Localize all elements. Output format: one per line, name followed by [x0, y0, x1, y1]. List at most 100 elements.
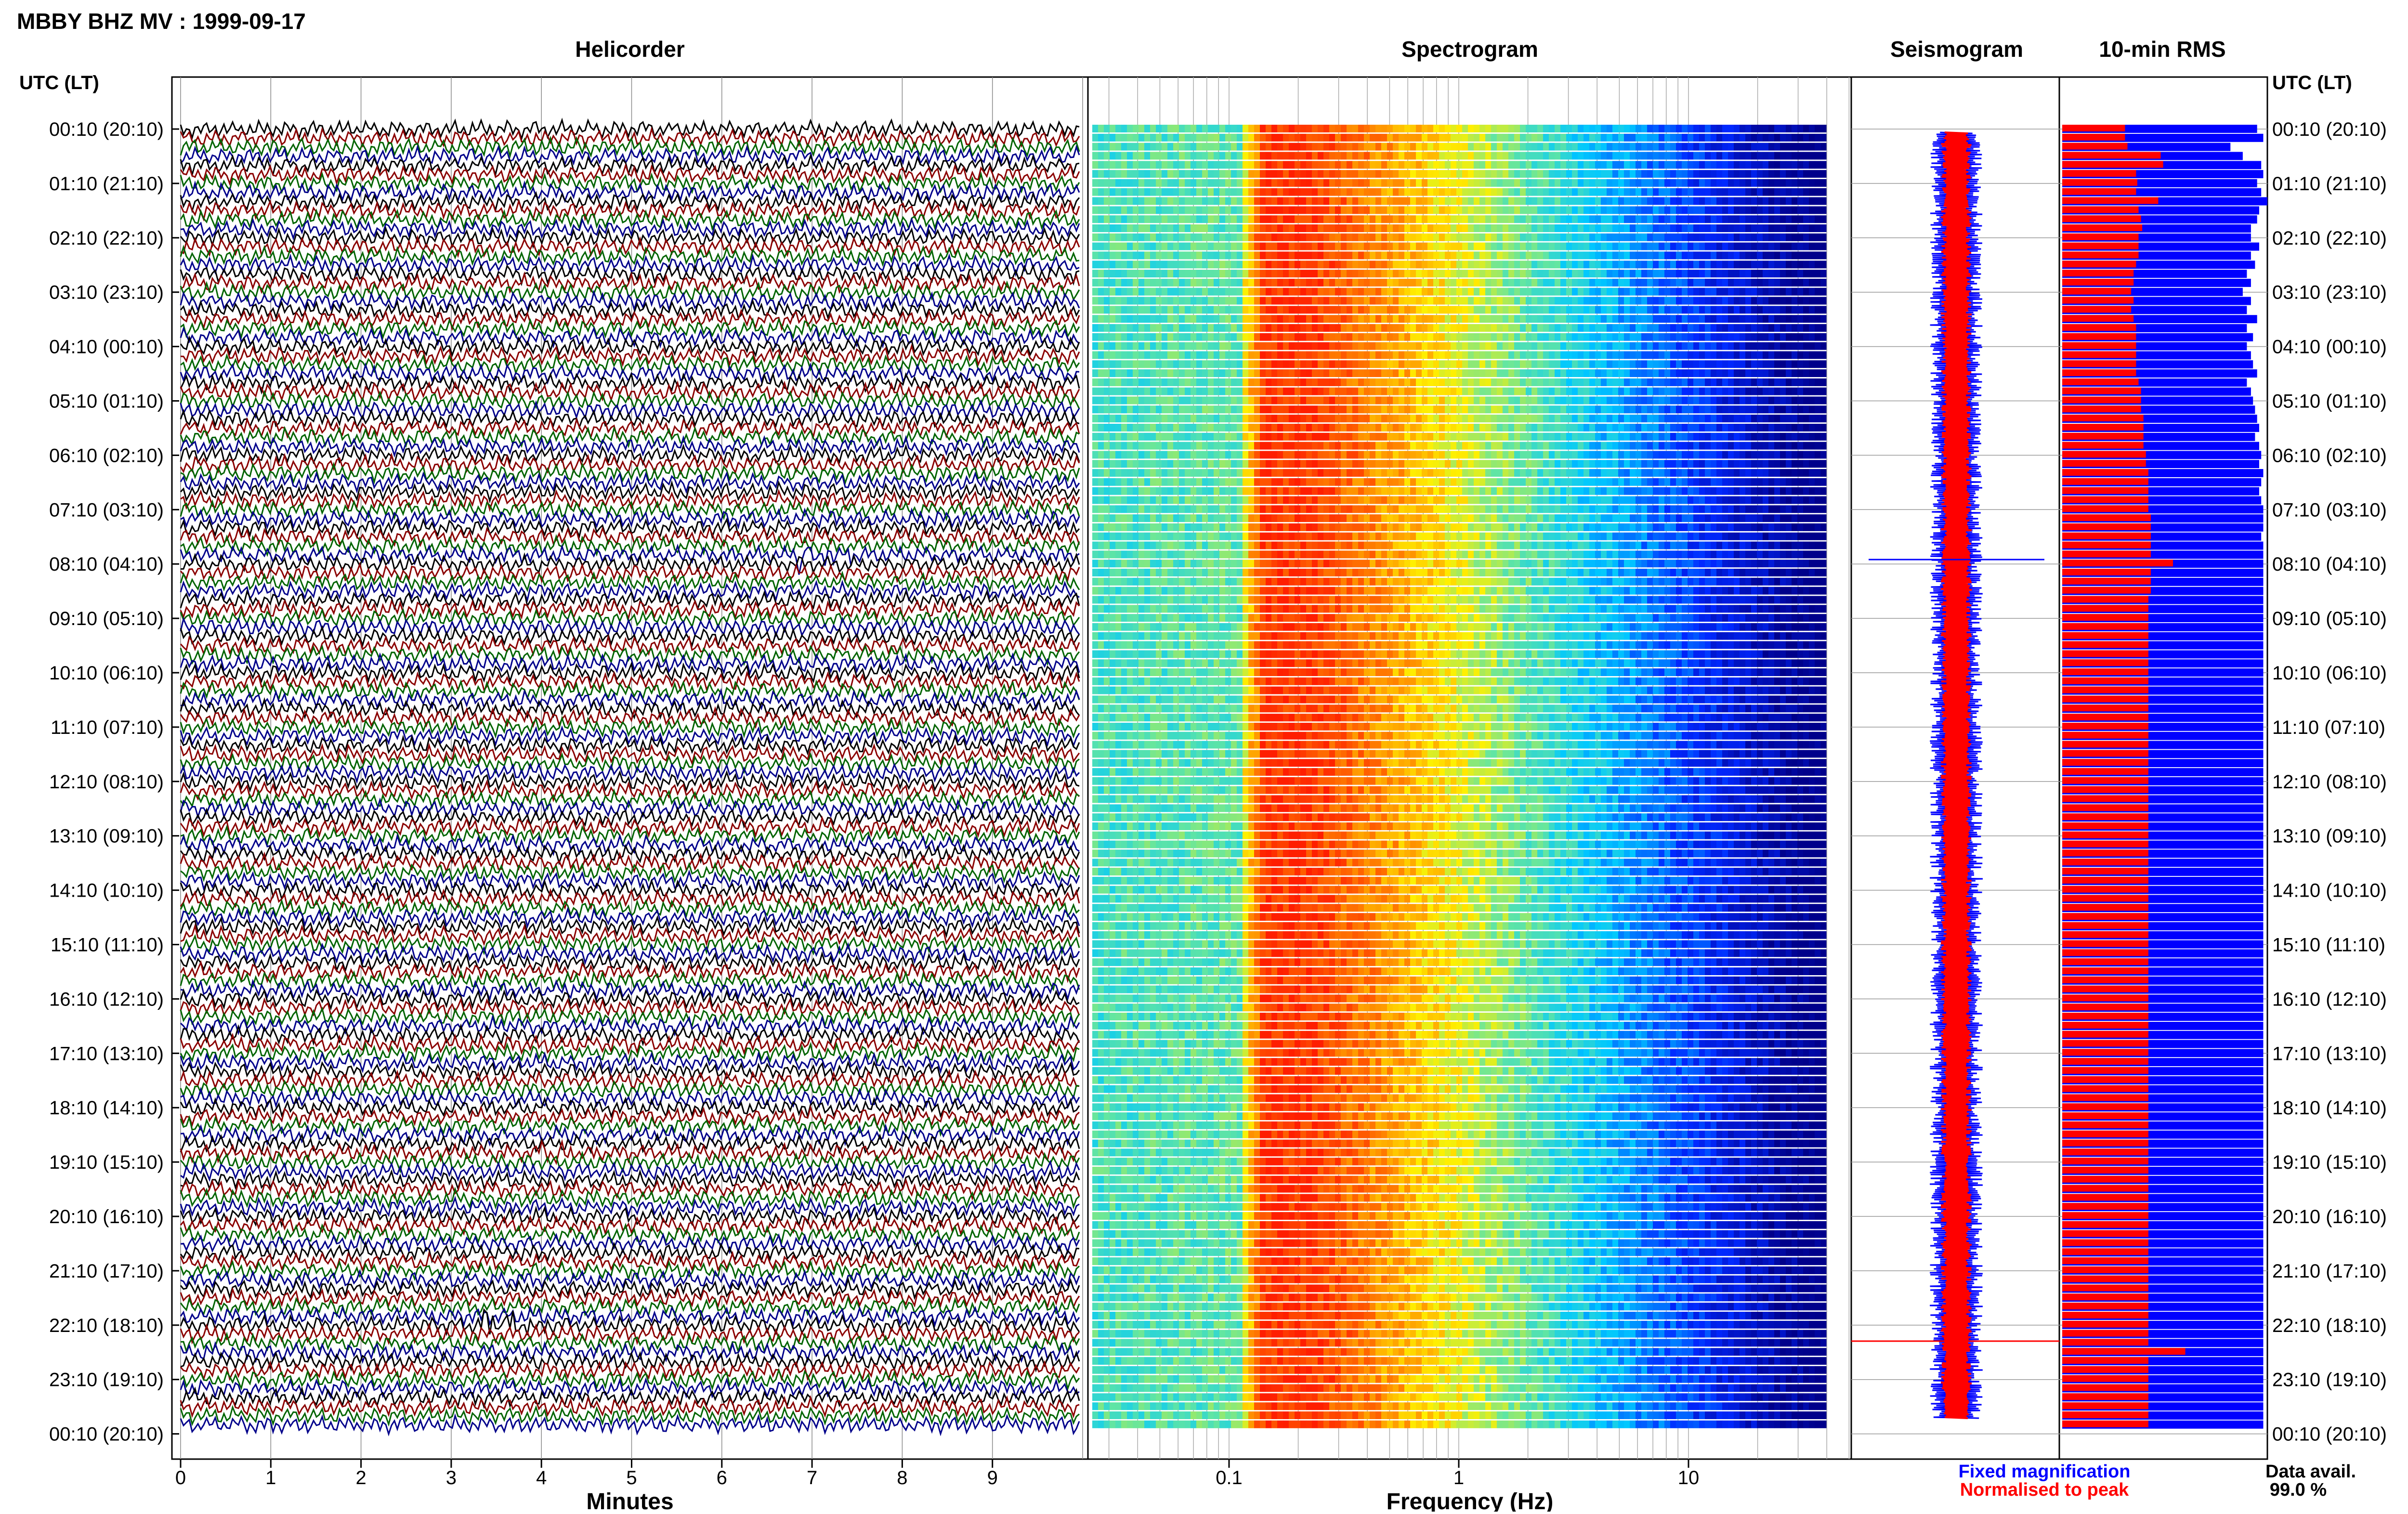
spectrogram-cell [1809, 161, 1815, 169]
spectrogram-cell [1335, 179, 1341, 187]
spectrogram-cell [1734, 306, 1740, 313]
spectrogram-cell [1323, 306, 1330, 313]
spectrogram-cell [1508, 152, 1515, 159]
spectrogram-cell [1098, 351, 1104, 359]
spectrogram-cell [1410, 125, 1416, 132]
spectrogram-cell [1468, 125, 1474, 132]
spectrogram-cell [1624, 234, 1630, 241]
spectrogram-cell [1520, 143, 1526, 151]
spectrogram-cell [1115, 161, 1122, 169]
spectrogram-cell [1520, 161, 1526, 169]
spectrogram-cell [1543, 206, 1549, 214]
spectrogram-cell [1283, 215, 1289, 223]
spectrogram-cell [1295, 351, 1301, 359]
spectrogram-cell [1774, 324, 1780, 332]
spectrogram-cell [1439, 297, 1445, 305]
spectrogram-cell [1497, 378, 1503, 386]
spectrogram-cell [1352, 315, 1359, 323]
spectrogram-cell [1716, 234, 1723, 241]
spectrogram-cell [1768, 288, 1775, 296]
spectrogram-cell [1503, 152, 1509, 159]
spectrogram-cell [1433, 315, 1440, 323]
spectrogram-cell [1792, 143, 1798, 151]
spectrogram-cell [1410, 279, 1416, 287]
spectrogram-cell [1734, 360, 1740, 368]
spectrogram-cell [1341, 342, 1347, 350]
spectrogram-cell [1208, 152, 1214, 159]
spectrogram-cell [1612, 188, 1619, 196]
spectrogram-cell [1144, 251, 1151, 259]
spectrogram-cell [1133, 324, 1139, 332]
spectrogram-cell [1387, 315, 1393, 323]
spectrogram-cell [1399, 143, 1405, 151]
spectrogram-cell [1711, 279, 1717, 287]
spectrogram-cell [1277, 369, 1283, 377]
spectrogram-cell [1300, 315, 1307, 323]
spectrogram-cell [1653, 315, 1659, 323]
spectrogram-cell [1404, 188, 1411, 196]
spectrogram-cell [1225, 297, 1231, 305]
spectrogram-cell [1584, 324, 1590, 332]
spectrogram-cell [1549, 279, 1555, 287]
spectrogram-cell [1358, 125, 1364, 132]
spectrogram-cell [1399, 170, 1405, 178]
spectrogram-cell [1705, 288, 1711, 296]
spectrogram-cell [1601, 170, 1607, 178]
spectrogram-cell [1173, 206, 1179, 214]
spectrogram-cell [1260, 297, 1266, 305]
spectrogram-cell [1479, 143, 1486, 151]
spectrogram-cell [1705, 170, 1711, 178]
spectrogram-cell [1595, 161, 1601, 169]
spectrogram-cell [1514, 279, 1520, 287]
spectrogram-cell [1572, 324, 1578, 332]
spectrogram-cell [1370, 261, 1376, 268]
spectrogram-cell [1815, 197, 1821, 205]
spectrogram-cell [1318, 261, 1324, 268]
spectrogram-cell [1364, 315, 1370, 323]
spectrogram-cell [1115, 306, 1122, 313]
spectrogram-cell [1693, 279, 1700, 287]
spectrogram-cell [1786, 297, 1792, 305]
spectrogram-cell [1815, 270, 1821, 277]
spectrogram-cell [1191, 279, 1197, 287]
spectrogram-cell [1474, 152, 1480, 159]
spectrogram-cell [1601, 270, 1607, 277]
spectrogram-cell [1167, 143, 1174, 151]
spectrogram-cell [1491, 333, 1497, 341]
spectrogram-cell [1647, 333, 1653, 341]
spectrogram-cell [1237, 234, 1243, 241]
spectrogram-cell [1104, 360, 1110, 368]
spectrogram-cell [1728, 234, 1734, 241]
spectrogram-cell [1115, 360, 1122, 368]
spectrogram-cell [1231, 306, 1237, 313]
spectrogram-cell [1127, 288, 1133, 296]
spectrogram-cell [1219, 143, 1226, 151]
spectrogram-cell [1572, 197, 1578, 205]
spectrogram-cell [1647, 134, 1653, 142]
spectrogram-cell [1208, 234, 1214, 241]
spectrogram-cell [1734, 188, 1740, 196]
spectrogram-cell [1214, 224, 1220, 232]
spectrogram-cell [1508, 270, 1515, 277]
spectrogram-cell [1584, 224, 1590, 232]
spectrogram-cell [1693, 188, 1700, 196]
spectrogram-cell [1526, 143, 1532, 151]
spectrogram-cell [1381, 315, 1387, 323]
spectrogram-cell [1572, 369, 1578, 377]
spectrogram-cell [1196, 288, 1203, 296]
spectrogram-cell [1676, 134, 1682, 142]
spectrogram-cell [1491, 170, 1497, 178]
spectrogram-cell [1162, 206, 1168, 214]
spectrogram-cell [1329, 306, 1335, 313]
spectrogram-cell [1728, 324, 1734, 332]
spectrogram-cell [1323, 279, 1330, 287]
spectrogram-cell [1745, 306, 1752, 313]
spectrogram-cell [1162, 152, 1168, 159]
spectrogram-cell [1393, 378, 1399, 386]
spectrogram-cell [1358, 243, 1364, 250]
spectrogram-cell [1167, 288, 1174, 296]
spectrogram-cell [1312, 306, 1318, 313]
spectrogram-cell [1803, 342, 1809, 350]
spectrogram-cell [1173, 243, 1179, 250]
spectrogram-cell [1647, 197, 1653, 205]
